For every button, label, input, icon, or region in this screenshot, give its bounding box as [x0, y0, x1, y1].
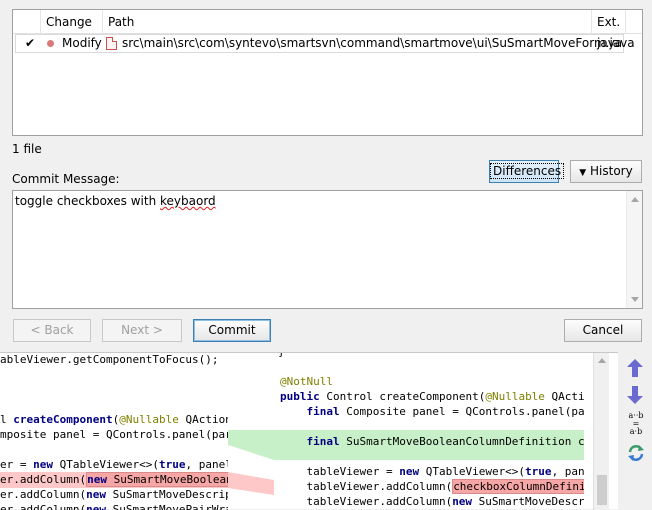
commit-message-input[interactable]: toggle checkboxes with keybaord	[12, 190, 643, 309]
code-line: final Composite panel = QControls.panel(…	[306, 405, 585, 418]
commit-message-label: Commit Message:	[12, 172, 120, 186]
scroll-down-icon[interactable]	[631, 297, 639, 302]
code-line: public Control createComponent(@Nullable…	[280, 390, 584, 403]
header-check-column[interactable]	[13, 10, 41, 34]
code-line: er.addColumn(new SuSmartMoveDescripti	[0, 488, 228, 501]
code-line: tableViewer.addColumn(new SuSmartMoveDes…	[280, 495, 584, 508]
code-line: er.addColumn(new SuSmartMoveBooleanCol	[0, 472, 228, 487]
diff-side-toolbar: a··b = a·b	[618, 352, 652, 509]
diff-scrollbar[interactable]	[593, 353, 609, 510]
code-line: final SuSmartMoveBooleanColumnDefinition…	[306, 435, 585, 448]
compare-whitespace-icon[interactable]: a··b = a·b	[622, 412, 650, 436]
changed-files-table: Change Path Ext. ✔ Modify src\main\src\c…	[12, 9, 643, 136]
commit-message-text: toggle checkboxes with keybaord	[15, 194, 216, 208]
code-line: er = new QTableViewer<>(true, panel);	[0, 458, 228, 471]
diff-left-pane[interactable]: ableViewer.getComponentToFocus(); l crea…	[0, 353, 228, 510]
added-connector	[228, 430, 274, 460]
misspelled-word: keybaord	[160, 194, 216, 208]
history-button-label: History	[590, 164, 633, 178]
code-line: tableViewer = new QTableViewer<>(true, p…	[280, 465, 584, 478]
differences-button[interactable]: Differences	[489, 160, 565, 183]
diff-scroll-up-icon[interactable]	[598, 358, 606, 363]
scroll-up-icon[interactable]	[631, 197, 639, 202]
diff-scroll-thumb[interactable]	[597, 475, 607, 505]
differences-button-label: Differences	[490, 163, 565, 179]
row-ext: java	[597, 36, 623, 50]
cancel-button[interactable]: Cancel	[564, 319, 642, 342]
table-header: Change Path Ext.	[13, 10, 642, 34]
table-row[interactable]: ✔ Modify src\main\src\com\syntevo\smarts…	[15, 34, 635, 53]
changed-connector	[228, 472, 274, 495]
next-button[interactable]: Next >	[102, 319, 182, 342]
history-button[interactable]: ▼ History	[570, 160, 642, 183]
code-line: @NotNull	[280, 375, 333, 388]
diff-right-pane[interactable]: } @NotNull public Control createComponen…	[274, 353, 584, 510]
back-button[interactable]: < Back	[13, 319, 91, 342]
commit-message-scrollbar[interactable]	[626, 191, 642, 308]
code-line: mposite panel = QControls.panel(parent	[0, 428, 228, 441]
code-line: l createComponent(@Nullable QAction bo	[0, 413, 228, 426]
row-path: src\main\src\com\syntevo\smartsvn\comman…	[122, 36, 635, 50]
diff-viewer[interactable]: ableViewer.getComponentToFocus(); l crea…	[0, 352, 652, 510]
triangle-down-icon: ▼	[579, 168, 587, 178]
modified-status-icon	[47, 40, 54, 47]
header-path[interactable]: Path	[103, 10, 592, 34]
code-line: ableViewer.getComponentToFocus();	[0, 353, 219, 366]
refresh-icon[interactable]	[627, 444, 645, 462]
code-line: tableViewer.addColumn(checkboxColumnDefi…	[280, 479, 584, 494]
file-count: 1 file	[12, 142, 42, 156]
commit-button[interactable]: Commit	[193, 319, 271, 342]
code-line: }	[278, 353, 285, 359]
previous-change-icon[interactable]	[627, 359, 643, 377]
row-change: Modify	[62, 36, 102, 50]
diff-connector-gutter	[228, 430, 274, 495]
row-checkbox[interactable]: ✔	[25, 35, 35, 52]
header-change[interactable]: Change	[41, 10, 103, 34]
header-ext[interactable]: Ext.	[592, 10, 626, 34]
java-file-icon	[106, 37, 117, 50]
next-change-icon[interactable]	[627, 386, 643, 404]
